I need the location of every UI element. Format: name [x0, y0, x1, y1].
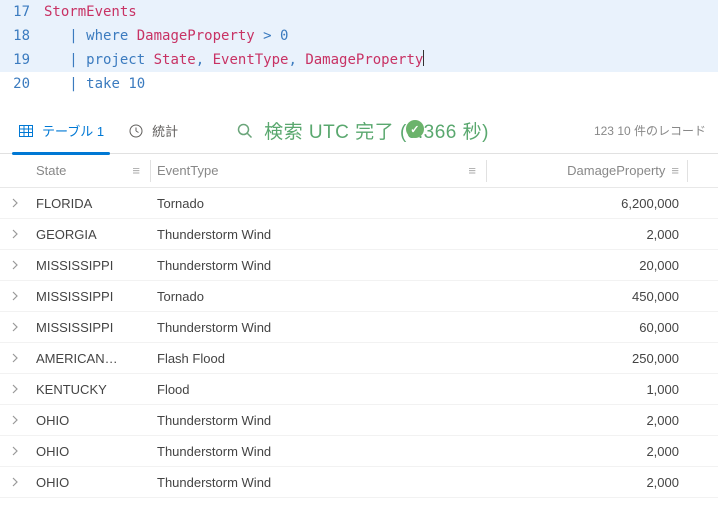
cell-event: Thunderstorm Wind — [151, 258, 486, 273]
cell-event: Thunderstorm Wind — [151, 227, 486, 242]
cell-state: OHIO — [30, 444, 150, 459]
done-check-icon: ✓ — [406, 120, 424, 138]
cell-event: Thunderstorm Wind — [151, 413, 486, 428]
chevron-right-icon[interactable] — [10, 322, 20, 332]
table-body: FLORIDATornado6,200,000GEORGIAThundersto… — [0, 188, 718, 498]
tab-table[interactable]: テーブル 1 — [8, 108, 114, 154]
table-row[interactable]: GEORGIAThunderstorm Wind2,000 — [0, 219, 718, 250]
cell-state: MISSISSIPPI — [30, 320, 150, 335]
chevron-right-icon[interactable] — [10, 198, 20, 208]
column-header-damage[interactable]: DamageProperty ≡ — [487, 163, 687, 178]
tab-stats[interactable]: 統計 — [118, 108, 188, 154]
cell-state: OHIO — [30, 475, 150, 490]
cell-state: KENTUCKY — [30, 382, 150, 397]
table-row[interactable]: MISSISSIPPIThunderstorm Wind60,000 — [0, 312, 718, 343]
table-row[interactable]: FLORIDATornado6,200,000 — [0, 188, 718, 219]
table-row[interactable]: OHIOThunderstorm Wind2,000 — [0, 467, 718, 498]
table-row[interactable]: OHIOThunderstorm Wind2,000 — [0, 405, 718, 436]
code-content[interactable]: | where DamageProperty > 0 — [44, 24, 288, 48]
line-number: 18 — [0, 24, 44, 48]
chevron-right-icon[interactable] — [10, 260, 20, 270]
clock-icon — [128, 123, 144, 139]
chevron-right-icon[interactable] — [10, 291, 20, 301]
cell-damage: 2,000 — [487, 444, 687, 459]
table-row[interactable]: MISSISSIPPIThunderstorm Wind20,000 — [0, 250, 718, 281]
cell-state: FLORIDA — [30, 196, 150, 211]
cell-damage: 450,000 — [487, 289, 687, 304]
results-tabbar: テーブル 1 統計 検索 UTC 完了 (0.366 秒) ✓ 123 10 件… — [0, 108, 718, 154]
table-row[interactable]: AMERICAN…Flash Flood250,000 — [0, 343, 718, 374]
cell-damage: 20,000 — [487, 258, 687, 273]
table-row[interactable]: KENTUCKYFlood1,000 — [0, 374, 718, 405]
chevron-right-icon[interactable] — [10, 446, 20, 456]
search-status-area: 検索 UTC 完了 (0.366 秒) ✓ — [236, 117, 590, 144]
editor-line[interactable]: 17StormEvents — [0, 0, 718, 24]
cell-event: Thunderstorm Wind — [151, 475, 486, 490]
cell-event: Tornado — [151, 289, 486, 304]
chevron-right-icon[interactable] — [10, 229, 20, 239]
code-content[interactable]: StormEvents — [44, 0, 137, 24]
column-menu-icon[interactable]: ≡ — [132, 163, 150, 178]
cell-state: MISSISSIPPI — [30, 289, 150, 304]
code-content[interactable]: | take 10 — [44, 72, 145, 96]
cell-event: Flood — [151, 382, 486, 397]
cell-event: Thunderstorm Wind — [151, 320, 486, 335]
editor-line[interactable]: 19 | project State, EventType, DamagePro… — [0, 48, 718, 72]
search-status-text: 検索 UTC 完了 (0.366 秒) — [264, 117, 489, 144]
cell-state: MISSISSIPPI — [30, 258, 150, 273]
cell-damage: 1,000 — [487, 382, 687, 397]
cell-event: Thunderstorm Wind — [151, 444, 486, 459]
line-number: 19 — [0, 48, 44, 72]
tab-table-label: テーブル 1 — [42, 121, 104, 140]
table-icon — [18, 123, 34, 139]
cell-state: AMERICAN… — [30, 351, 150, 366]
table-header: State ≡ EventType ≡ DamageProperty ≡ — [0, 154, 718, 188]
column-menu-icon[interactable]: ≡ — [671, 163, 679, 178]
cell-damage: 2,000 — [487, 227, 687, 242]
cell-state: OHIO — [30, 413, 150, 428]
record-count: 123 10 件のレコード — [594, 122, 710, 139]
search-icon[interactable] — [236, 122, 254, 140]
editor-line[interactable]: 18 | where DamageProperty > 0 — [0, 24, 718, 48]
chevron-right-icon[interactable] — [10, 353, 20, 363]
cell-state: GEORGIA — [30, 227, 150, 242]
chevron-right-icon[interactable] — [10, 477, 20, 487]
editor-line[interactable]: 20 | take 10 — [0, 72, 718, 96]
line-number: 20 — [0, 72, 44, 96]
column-header-state[interactable]: State ≡ — [30, 163, 150, 178]
column-menu-icon[interactable]: ≡ — [468, 163, 486, 178]
line-number: 17 — [0, 0, 44, 24]
column-header-event[interactable]: EventType ≡ — [151, 163, 486, 178]
chevron-right-icon[interactable] — [10, 384, 20, 394]
query-editor[interactable]: 17StormEvents18 | where DamageProperty >… — [0, 0, 718, 108]
cell-damage: 60,000 — [487, 320, 687, 335]
chevron-right-icon[interactable] — [10, 415, 20, 425]
cell-event: Flash Flood — [151, 351, 486, 366]
code-content[interactable]: | project State, EventType, DamageProper… — [44, 48, 424, 72]
cell-damage: 250,000 — [487, 351, 687, 366]
cell-damage: 6,200,000 — [487, 196, 687, 211]
table-row[interactable]: OHIOThunderstorm Wind2,000 — [0, 436, 718, 467]
table-row[interactable]: MISSISSIPPITornado450,000 — [0, 281, 718, 312]
cell-damage: 2,000 — [487, 413, 687, 428]
cell-damage: 2,000 — [487, 475, 687, 490]
tab-stats-label: 統計 — [152, 121, 178, 140]
cell-event: Tornado — [151, 196, 486, 211]
